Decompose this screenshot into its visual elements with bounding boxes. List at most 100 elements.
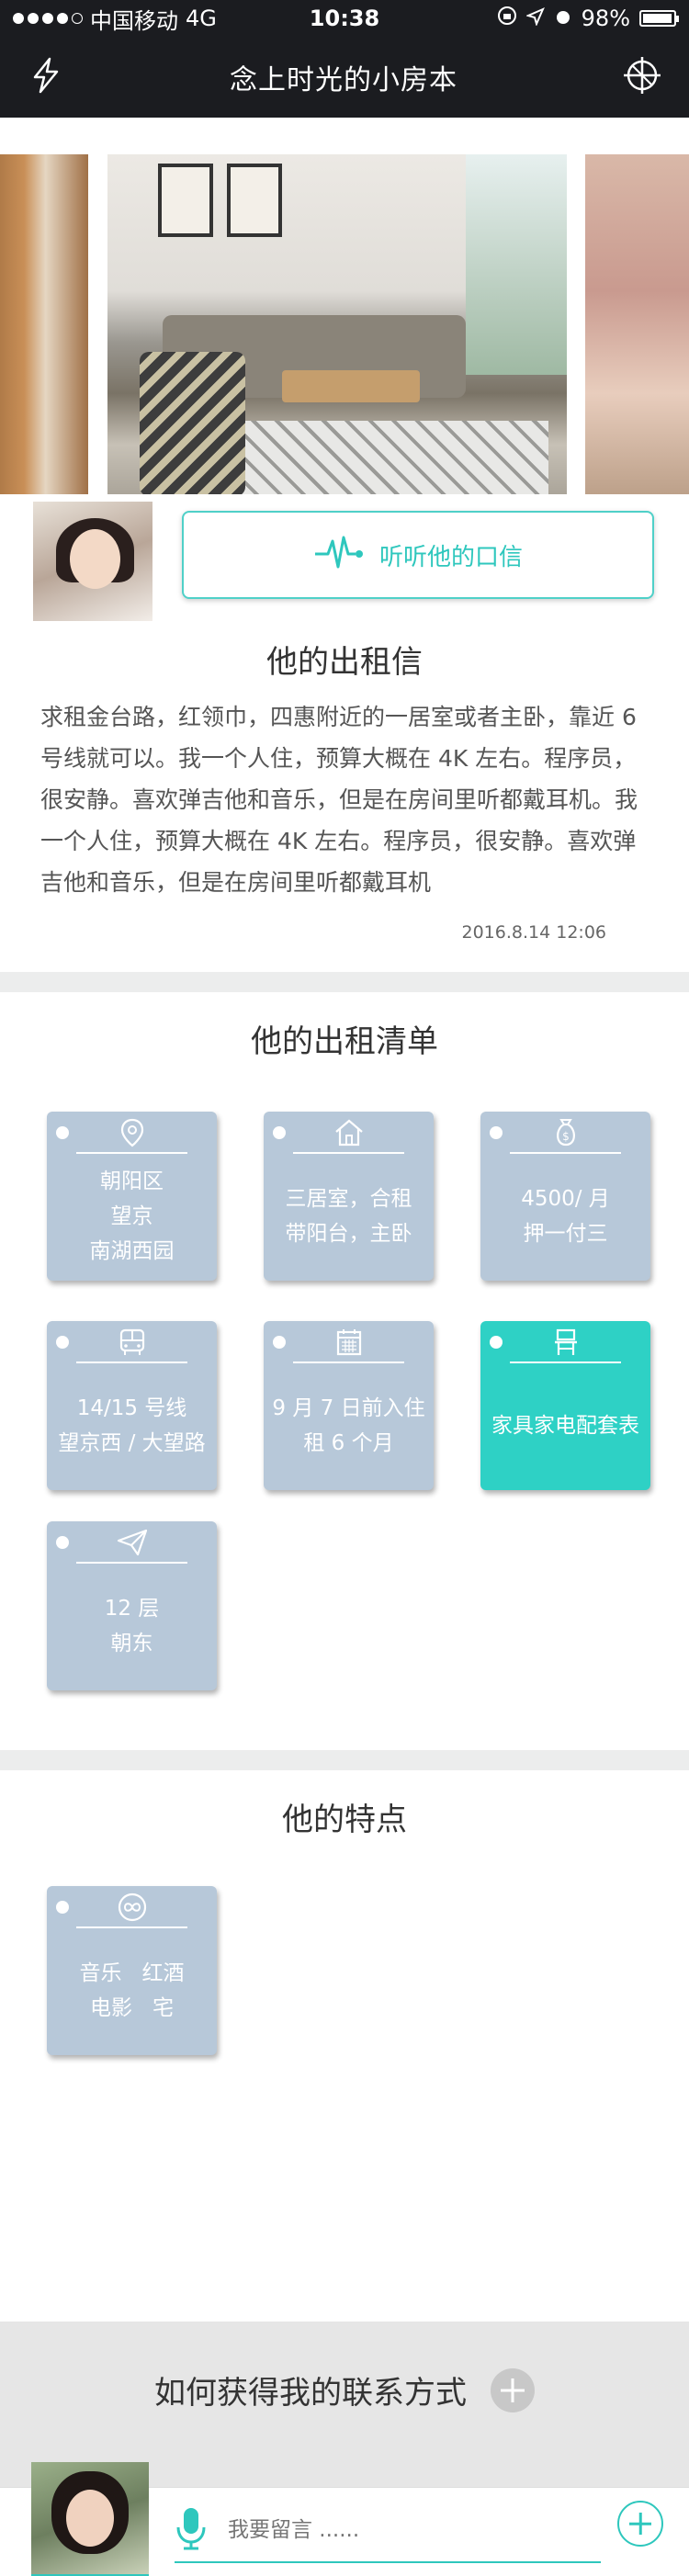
card-divider bbox=[76, 1562, 187, 1564]
card-furniture[interactable]: 家具家电配套表 bbox=[480, 1321, 650, 1490]
alarm-icon bbox=[554, 6, 572, 31]
coffee-table bbox=[282, 370, 420, 402]
card-text: 音乐 红酒 电影 宅 bbox=[47, 1936, 217, 2046]
bus-icon bbox=[47, 1327, 217, 1358]
heartbeat-icon bbox=[313, 534, 365, 577]
card-line: 4500/ 月 bbox=[521, 1187, 610, 1211]
message-input[interactable] bbox=[228, 2518, 503, 2542]
room-photo-main[interactable] bbox=[107, 154, 567, 494]
avatar-face bbox=[70, 529, 120, 589]
voice-message-button[interactable]: 听听他的口信 bbox=[182, 511, 654, 599]
card-line: 租 6 个月 bbox=[303, 1431, 394, 1455]
money-bag-icon: $ bbox=[480, 1117, 650, 1148]
card-line: 南湖西园 bbox=[89, 1239, 175, 1263]
message-bar bbox=[0, 2462, 689, 2576]
card-line: 电影 宅 bbox=[90, 1996, 174, 2020]
card-line: 14/15 号线 bbox=[76, 1396, 187, 1420]
contact-title: 如何获得我的联系方式 bbox=[154, 2375, 467, 2412]
orientation-lock-icon bbox=[497, 6, 517, 31]
location-pin-icon bbox=[47, 1117, 217, 1148]
card-line: 望京西 / 大望路 bbox=[58, 1431, 206, 1455]
add-attachment-icon[interactable] bbox=[617, 2501, 663, 2547]
card-divider bbox=[293, 1361, 404, 1363]
battery-percent: 98% bbox=[581, 6, 630, 31]
signal-strength-icon bbox=[13, 13, 83, 24]
letter-date: 2016.8.14 12:06 bbox=[461, 922, 607, 943]
letter-title: 他的出租信 bbox=[266, 644, 423, 681]
section-divider bbox=[0, 1750, 689, 1770]
svg-text:$: $ bbox=[562, 1130, 570, 1143]
voice-message-label: 听听他的口信 bbox=[378, 543, 523, 571]
battery-level bbox=[643, 14, 672, 23]
card-divider bbox=[76, 1361, 187, 1363]
card-move-in-date[interactable]: 9 月 7 日前入住 租 6 个月 bbox=[264, 1321, 434, 1490]
card-line: 三居室，合租 bbox=[285, 1187, 412, 1211]
microphone-icon[interactable] bbox=[175, 2505, 208, 2555]
avatar-face bbox=[66, 2490, 114, 2547]
intro-section: 听听他的口信 他的出租信 bbox=[0, 494, 689, 696]
section-divider bbox=[0, 972, 689, 992]
card-text: 4500/ 月 押一付三 bbox=[480, 1161, 650, 1271]
card-line: 押一付三 bbox=[523, 1222, 608, 1246]
status-bar: 中国移动 4G 10:38 98% bbox=[0, 0, 689, 37]
contact-section: 如何获得我的联系方式 bbox=[0, 2322, 689, 2576]
card-line: 朝阳区 bbox=[100, 1169, 164, 1193]
status-left: 中国移动 4G bbox=[13, 3, 217, 35]
wall-frame bbox=[227, 164, 282, 237]
card-divider bbox=[510, 1361, 621, 1363]
my-avatar[interactable] bbox=[31, 2462, 149, 2576]
avatar[interactable] bbox=[33, 502, 152, 621]
letter-body: 求租金台路，红领巾，四惠附近的一居室或者主卧，靠近 6 号线就可以。我一个人住，… bbox=[40, 704, 638, 896]
card-line: 12 层 bbox=[104, 1597, 160, 1621]
card-text: 14/15 号线 望京西 / 大望路 bbox=[47, 1371, 217, 1481]
window bbox=[466, 154, 567, 375]
lightning-icon[interactable] bbox=[26, 55, 66, 99]
card-room-type[interactable]: 三居室，合租 带阳台，主卧 bbox=[264, 1112, 434, 1281]
house-icon bbox=[264, 1117, 434, 1148]
rental-list-cards: 朝阳区 望京 南湖西园 三居室，合租 带阳台，主卧 $ 4500/ 月 押一付三… bbox=[0, 1084, 689, 1750]
chair-icon bbox=[480, 1327, 650, 1358]
battery-icon bbox=[639, 10, 679, 27]
card-text: 朝阳区 望京 南湖西园 bbox=[47, 1161, 217, 1271]
navbar: 念上时光的小房本 bbox=[0, 37, 689, 118]
card-text: 三居室，合租 带阳台，主卧 bbox=[264, 1161, 434, 1271]
paper-plane-icon bbox=[47, 1527, 217, 1558]
features-title: 他的特点 bbox=[282, 1802, 407, 1838]
card-floor[interactable]: 12 层 朝东 bbox=[47, 1521, 217, 1690]
card-divider bbox=[510, 1152, 621, 1154]
card-text: 家具家电配套表 bbox=[480, 1371, 650, 1481]
card-text: 12 层 朝东 bbox=[47, 1571, 217, 1681]
features-cards: 音乐 红酒 电影 宅 bbox=[0, 1862, 689, 2285]
card-line: 朝东 bbox=[110, 1632, 153, 1655]
contact-header: 如何获得我的联系方式 bbox=[0, 2367, 689, 2412]
expand-plus-icon[interactable] bbox=[491, 2367, 535, 2412]
armchair bbox=[140, 352, 245, 494]
message-input-wrapper bbox=[175, 2499, 601, 2563]
network-label: 4G bbox=[186, 6, 217, 31]
card-line: 望京 bbox=[110, 1204, 153, 1228]
wall-frame bbox=[158, 164, 213, 237]
card-line: 家具家电配套表 bbox=[491, 1414, 639, 1438]
carrier-label: 中国移动 bbox=[90, 7, 178, 34]
room-photo-right[interactable] bbox=[585, 154, 689, 494]
status-right: 98% bbox=[497, 6, 679, 31]
calendar-icon bbox=[264, 1327, 434, 1358]
photo-carousel[interactable] bbox=[0, 118, 689, 494]
card-text: 9 月 7 日前入住 租 6 个月 bbox=[264, 1371, 434, 1481]
card-line: 带阳台，主卧 bbox=[285, 1222, 412, 1246]
card-line: 9 月 7 日前入住 bbox=[272, 1396, 425, 1420]
rental-list-title: 他的出租清单 bbox=[251, 1023, 438, 1060]
card-line: 音乐 红酒 bbox=[79, 1961, 185, 1985]
card-location[interactable]: 朝阳区 望京 南湖西园 bbox=[47, 1112, 217, 1281]
card-price[interactable]: $ 4500/ 月 押一付三 bbox=[480, 1112, 650, 1281]
page-title: 念上时光的小房本 bbox=[230, 64, 457, 96]
card-divider bbox=[76, 1926, 187, 1928]
room-photo-left[interactable] bbox=[0, 154, 88, 494]
infinity-icon bbox=[47, 1892, 217, 1923]
card-hobbies[interactable]: 音乐 红酒 电影 宅 bbox=[47, 1886, 217, 2055]
location-arrow-icon bbox=[525, 6, 545, 31]
card-divider bbox=[293, 1152, 404, 1154]
card-divider bbox=[76, 1152, 187, 1154]
card-transport[interactable]: 14/15 号线 望京西 / 大望路 bbox=[47, 1321, 217, 1490]
target-icon[interactable] bbox=[621, 54, 663, 100]
